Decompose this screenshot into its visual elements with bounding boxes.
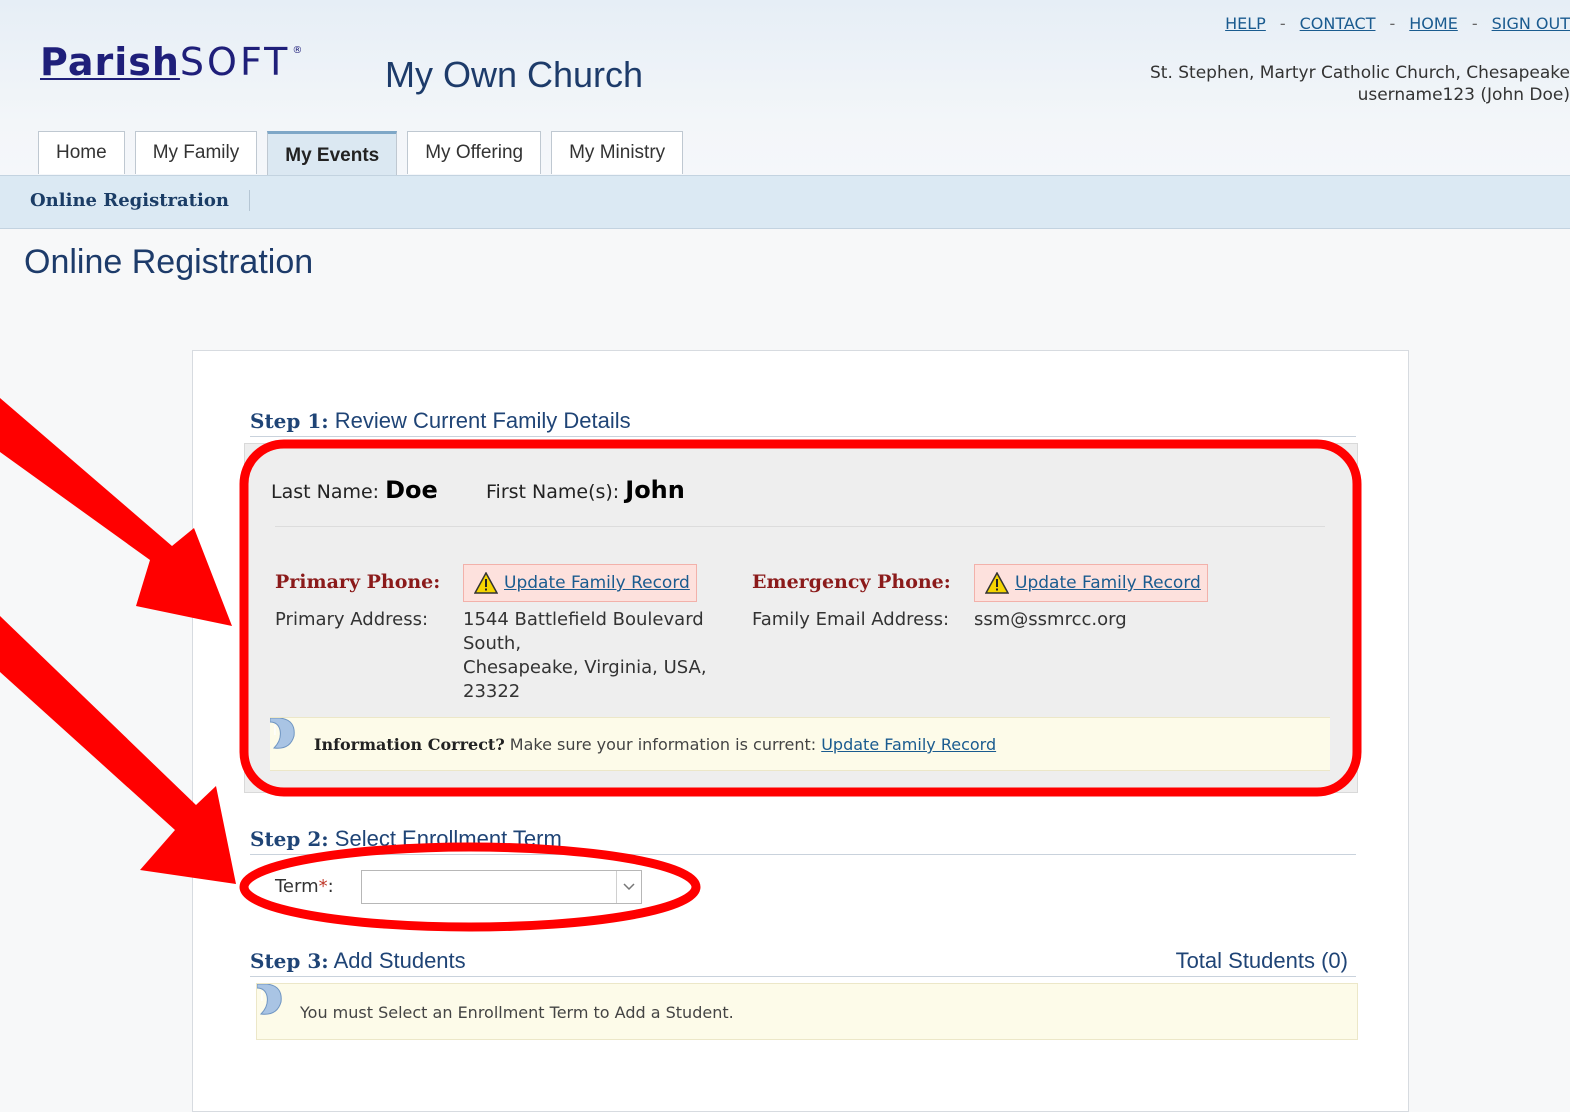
info-icon: I bbox=[270, 718, 295, 749]
address-line: 23322 bbox=[463, 681, 521, 702]
last-name-label: Last Name: bbox=[271, 481, 380, 503]
last-name-field: Last Name: Doe bbox=[271, 476, 438, 504]
svg-text:I: I bbox=[273, 724, 277, 739]
last-name-value: Doe bbox=[385, 476, 438, 504]
address-line: South, bbox=[463, 633, 522, 654]
first-name-value: John bbox=[625, 476, 685, 504]
step2-number: Step 2: bbox=[250, 827, 329, 851]
logo-registered-mark: ® bbox=[292, 45, 304, 56]
name-divider bbox=[275, 526, 1325, 527]
primary-address-value: 1544 Battlefield Boulevard South, Chesap… bbox=[463, 608, 733, 704]
warning-icon bbox=[985, 572, 1009, 594]
term-label-colon: : bbox=[327, 876, 334, 897]
svg-text:I: I bbox=[260, 990, 264, 1005]
step2-heading: Step 2: Select Enrollment Term bbox=[250, 826, 1356, 855]
information-correct-text: Information Correct? Make sure your info… bbox=[314, 735, 996, 754]
step3-number: Step 3: bbox=[250, 949, 329, 973]
logo-text-soft: SOFT bbox=[179, 40, 291, 84]
step1-number: Step 1: bbox=[250, 409, 329, 433]
step1-title: Review Current Family Details bbox=[334, 408, 631, 433]
chevron-down-icon[interactable] bbox=[616, 871, 641, 903]
help-link[interactable]: HELP bbox=[1225, 14, 1266, 33]
emergency-phone-label: Emergency Phone: bbox=[752, 571, 951, 593]
sub-navigation: Online Registration bbox=[0, 175, 1570, 229]
first-name-label: First Name(s): bbox=[486, 481, 620, 503]
step2-title: Select Enrollment Term bbox=[334, 826, 562, 851]
step1-heading: Step 1: Review Current Family Details bbox=[250, 408, 1356, 437]
update-family-record-link[interactable]: Update Family Record bbox=[504, 573, 690, 593]
term-select[interactable] bbox=[361, 870, 642, 904]
info-icon: I bbox=[257, 984, 282, 1015]
contact-link[interactable]: CONTACT bbox=[1300, 14, 1376, 33]
first-name-field: First Name(s): John bbox=[486, 476, 685, 504]
tab-my-offering[interactable]: My Offering bbox=[407, 131, 542, 174]
address-line: 1544 Battlefield Boulevard bbox=[463, 609, 704, 630]
add-student-notice: I You must Select an Enrollment Term to … bbox=[256, 983, 1358, 1040]
family-email-value: ssm@ssmrcc.org bbox=[974, 609, 1127, 630]
user-name: username123 (John Doe) bbox=[1357, 85, 1570, 105]
primary-phone-update-button[interactable]: Update Family Record bbox=[463, 564, 697, 602]
add-student-message: You must Select an Enrollment Term to Ad… bbox=[300, 1003, 734, 1022]
church-name: St. Stephen, Martyr Catholic Church, Che… bbox=[1149, 63, 1570, 83]
term-label-text: Term bbox=[275, 876, 319, 897]
primary-address-label: Primary Address: bbox=[275, 609, 429, 630]
tab-my-ministry[interactable]: My Ministry bbox=[551, 131, 684, 174]
subnav-online-registration[interactable]: Online Registration bbox=[30, 190, 250, 211]
warning-icon bbox=[474, 572, 498, 594]
address-line: Chesapeake, Virginia, USA, bbox=[463, 657, 707, 678]
tab-my-events[interactable]: My Events bbox=[267, 131, 398, 175]
parishsoft-logo[interactable]: Parish SOFT ® bbox=[40, 40, 303, 84]
logo-text-parish: Parish bbox=[40, 40, 180, 84]
required-asterisk: * bbox=[318, 876, 328, 897]
update-family-record-link[interactable]: Update Family Record bbox=[1015, 573, 1201, 593]
sign-out-link[interactable]: SIGN OUT bbox=[1492, 14, 1570, 33]
primary-phone-label: Primary Phone: bbox=[275, 571, 441, 593]
information-correct-notice: I Information Correct? Make sure your in… bbox=[270, 717, 1330, 771]
tab-home[interactable]: Home bbox=[38, 131, 125, 174]
home-link[interactable]: HOME bbox=[1409, 14, 1458, 33]
emergency-phone-update-button[interactable]: Update Family Record bbox=[974, 564, 1208, 602]
link-separator: - bbox=[1279, 14, 1286, 33]
information-correct-bold: Information Correct? bbox=[314, 735, 505, 754]
tab-my-family[interactable]: My Family bbox=[134, 131, 258, 174]
step3-title: Add Students bbox=[333, 948, 466, 973]
church-title: My Own Church bbox=[385, 54, 644, 95]
update-family-record-link[interactable]: Update Family Record bbox=[821, 735, 996, 754]
link-separator: - bbox=[1471, 14, 1478, 33]
link-separator: - bbox=[1389, 14, 1396, 33]
term-label: Term*: bbox=[275, 876, 334, 897]
information-correct-message: Make sure your information is current: bbox=[504, 735, 822, 754]
family-email-label: Family Email Address: bbox=[752, 609, 950, 630]
total-students: Total Students (0) bbox=[1175, 948, 1348, 973]
main-tabs: Home My Family My Events My Offering My … bbox=[38, 131, 693, 175]
top-links: HELP - CONTACT - HOME - SIGN OUT bbox=[1225, 14, 1570, 33]
page-title: Online Registration bbox=[24, 243, 314, 281]
